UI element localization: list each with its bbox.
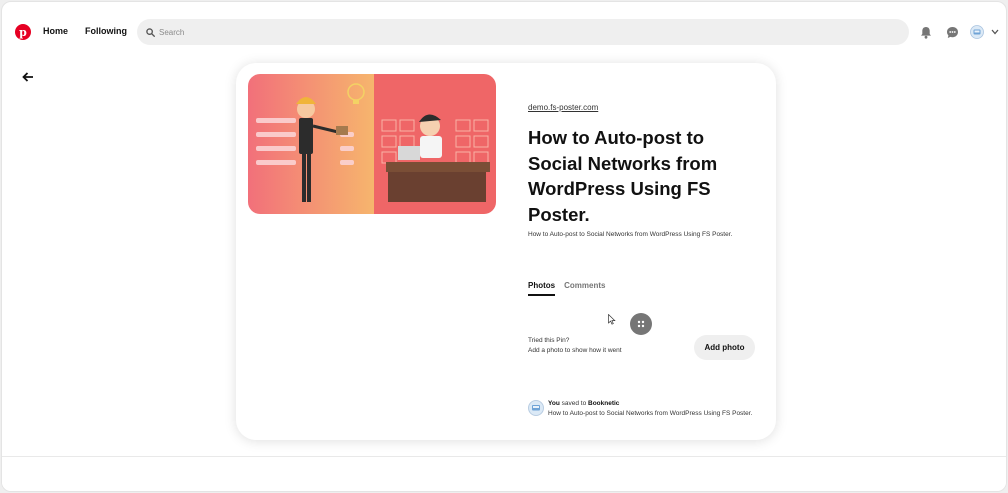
- saved-activity: You saved to Booknetic How to Auto-post …: [528, 399, 753, 418]
- tried-subtitle: Add a photo to show how it went: [528, 346, 622, 354]
- chevron-down-icon[interactable]: [989, 24, 1001, 40]
- nav-home-link[interactable]: Home: [43, 26, 68, 36]
- saved-text: You saved to Booknetic How to Auto-post …: [548, 399, 753, 418]
- pin-title: How to Auto-post to Social Networks from…: [528, 127, 718, 225]
- notifications-icon[interactable]: [918, 24, 934, 40]
- saved-pin-title: How to Auto-post to Social Networks from…: [548, 409, 753, 417]
- search-icon: [146, 27, 155, 37]
- messages-icon[interactable]: [944, 24, 960, 40]
- nav-following-link[interactable]: Following: [85, 26, 127, 36]
- pin-closeup-card: demo.fs-poster.com How to Auto-post to S…: [236, 63, 776, 440]
- back-arrow-icon[interactable]: [20, 69, 36, 85]
- top-navigation: p Home Following: [2, 2, 1006, 60]
- tried-pin-prompt: Tried this Pin? Add a photo to show how …: [528, 336, 622, 355]
- saved-board-link[interactable]: Booknetic: [588, 400, 619, 407]
- search-bar[interactable]: [137, 19, 909, 45]
- pinterest-logo[interactable]: p: [15, 24, 31, 40]
- add-photo-button[interactable]: Add photo: [694, 335, 755, 360]
- tried-title: Tried this Pin?: [528, 337, 570, 344]
- drag-handle-icon[interactable]: [630, 313, 652, 335]
- browser-viewport: p Home Following Search demo.fs-poster.c…: [1, 1, 1007, 492]
- saved-user[interactable]: You: [548, 400, 560, 407]
- logo-letter: p: [19, 25, 27, 39]
- bottom-area: [2, 456, 1006, 491]
- search-input[interactable]: [159, 27, 859, 37]
- pin-image[interactable]: [248, 74, 496, 214]
- tab-comments[interactable]: Comments: [564, 281, 605, 296]
- avatar[interactable]: [528, 400, 544, 416]
- saved-middle: saved to: [561, 400, 587, 407]
- source-domain-link[interactable]: demo.fs-poster.com: [528, 103, 598, 112]
- profile-avatar[interactable]: [969, 24, 985, 40]
- mouse-cursor-icon: [608, 312, 616, 330]
- pin-tabs: Photos Comments: [528, 281, 605, 296]
- pin-description: How to Auto-post to Social Networks from…: [528, 231, 733, 238]
- tab-photos[interactable]: Photos: [528, 281, 556, 296]
